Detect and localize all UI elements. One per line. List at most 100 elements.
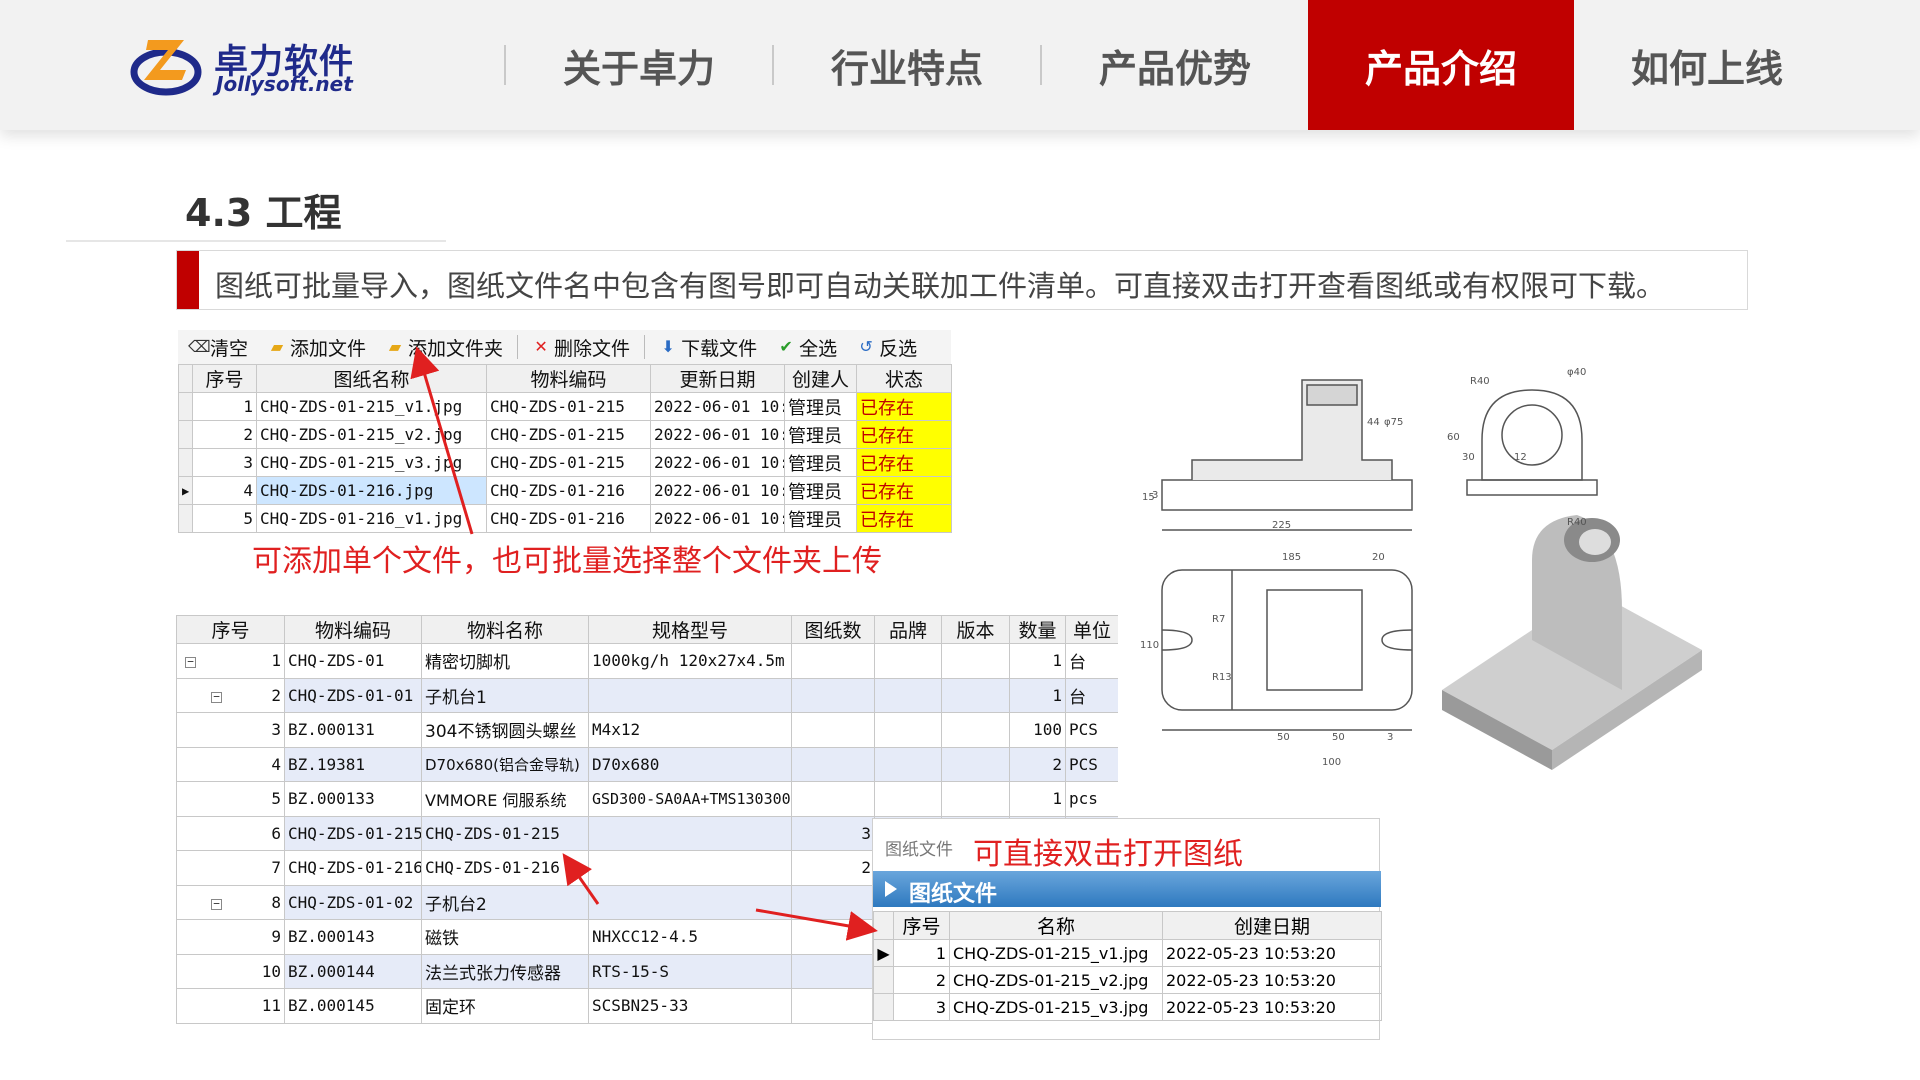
table-row[interactable]: −2 CHQ-ZDS-01-01 子机台1 1 台 [176,677,1118,713]
dim-label: 100 [1322,757,1341,768]
status-badge: 已存在 [856,504,952,533]
table-row[interactable]: 1 CHQ-ZDS-01-215_v1.jpg CHQ-ZDS-01-215 2… [178,392,952,421]
table-row[interactable]: 4 BZ.19381 D70x680(铝合金导轨) D70x680 2 PCS [176,746,1118,782]
col-material-code[interactable]: 物料编码 [284,615,422,644]
popup-caption: 图纸文件 [885,840,953,860]
nav-about[interactable]: 关于卓力 [506,0,772,130]
dim-label: R13 [1212,672,1232,683]
row-pointer-icon: ▶ [178,476,193,505]
col-quantity[interactable]: 数量 [1009,615,1066,644]
col-unit[interactable]: 单位 [1065,615,1118,644]
upload-annotation: 可添加单个文件，也可批量选择整个文件夹上传 [252,544,882,579]
folder-icon: ▰ [388,337,402,356]
description-accent [177,251,199,309]
dim-label: 185 [1282,552,1301,563]
invert-selection-button[interactable]: ↺ 反选 [847,332,927,362]
collapse-icon[interactable]: − [211,898,222,910]
file-table-header: 序号 图纸名称 物料编码 更新日期 创建人 状态 [178,364,952,393]
add-folder-button[interactable]: ▰ 添加文件夹 [376,332,513,362]
col-material-name[interactable]: 物料名称 [421,615,589,644]
dim-label: φ75 [1384,417,1403,428]
col-version[interactable]: 版本 [941,615,1010,644]
dim-label: 60 [1447,432,1460,443]
status-badge: 已存在 [856,448,952,477]
section-title: 4.3 工程 [185,191,342,235]
bom-table-header: 序号 物料编码 物料名称 规格型号 图纸数 品牌 版本 数量 单位 [176,615,1118,644]
delete-icon: ✕ [534,337,548,356]
dim-label: 3 [1387,732,1393,743]
dim-label: 50 [1332,732,1345,743]
check-icon: ✔ [779,337,793,356]
file-table: 序号 图纸名称 物料编码 更新日期 创建人 状态 1 CHQ-ZDS-01-21… [178,364,952,533]
logo-en-text: Jollysoft.net [216,72,353,96]
delete-file-button[interactable]: ✕ 删除文件 [522,332,640,362]
nav-products[interactable]: 产品介绍 [1308,0,1574,130]
col-updated[interactable]: 更新日期 [650,364,785,393]
double-click-annotation: 可直接双击打开图纸 [973,837,1243,872]
collapse-icon[interactable]: − [211,691,222,703]
title-underline [66,240,446,242]
site-header: 卓力软件 Jollysoft.net 关于卓力 行业特点 产品优势 产品介绍 如… [0,0,1920,130]
collapse-icon[interactable]: − [185,656,196,668]
dim-label: φ40 [1567,367,1586,378]
logo-mark-icon [130,40,202,96]
col-name[interactable]: 名称 [949,911,1163,940]
status-badge: 已存在 [856,392,952,421]
description-text: 图纸可批量导入，图纸文件名中包含有图号即可自动关联加工件清单。可直接双击打开查看… [215,269,1666,303]
nav-advantages[interactable]: 产品优势 [1042,0,1308,130]
engineering-drawing: R40 φ40 44 φ75 30 60 12 15 225 R40 185 2… [1122,330,1722,810]
logo[interactable]: 卓力软件 Jollysoft.net [130,32,360,98]
description-box: 图纸可批量导入，图纸文件名中包含有图号即可自动关联加工件清单。可直接双击打开查看… [176,250,1748,310]
page: 卓力软件 Jollysoft.net 关于卓力 行业特点 产品优势 产品介绍 如… [0,0,1920,1080]
clear-icon: ⌫ [188,337,211,356]
dim-label: 12 [1514,452,1527,463]
add-file-button[interactable]: ▰ 添加文件 [258,332,376,362]
col-spec[interactable]: 规格型号 [588,615,792,644]
nav-onboarding[interactable]: 如何上线 [1574,0,1840,130]
col-index[interactable]: 序号 [176,615,285,644]
table-row-selected[interactable]: ▶ 4 CHQ-ZDS-01-216.jpg CHQ-ZDS-01-216 20… [178,476,952,505]
dim-label: R40 [1470,376,1490,387]
download-file-button[interactable]: ⬇ 下载文件 [649,332,767,362]
table-row-selected[interactable]: ▶ 1 CHQ-ZDS-01-215_v1.jpg 2022-05-23 10:… [873,939,1382,967]
col-drawing-count[interactable]: 图纸数 [791,615,875,644]
table-row[interactable]: 5 BZ.000133 VMMORE 伺服系统 GSD300-SA0AA+TMS… [176,781,1118,817]
clear-button[interactable]: ⌫ 清空 [178,332,258,362]
table-row[interactable]: 3 CHQ-ZDS-01-215_v3.jpg 2022-05-23 10:53… [873,993,1382,1021]
download-icon: ⬇ [661,337,675,356]
table-row[interactable]: 5 CHQ-ZDS-01-216_v1.jpg CHQ-ZDS-01-216 2… [178,504,952,533]
row-pointer-icon: ▶ [873,939,894,967]
table-row[interactable]: 3 BZ.000131 304不锈钢圆头螺丝 M4x12 100 PCS [176,712,1118,748]
col-material-code[interactable]: 物料编码 [486,364,651,393]
expand-triangle-icon [885,881,897,897]
dim-label: 50 [1277,732,1290,743]
select-all-button[interactable]: ✔ 全选 [767,332,847,362]
table-row[interactable]: 3 CHQ-ZDS-01-215_v3.jpg CHQ-ZDS-01-215 2… [178,448,952,477]
drawing-3d-model [1442,515,1702,770]
dim-label: R7 [1212,614,1225,625]
nav-industry[interactable]: 行业特点 [774,0,1040,130]
drawing-files-popup: 图纸文件 可直接双击打开图纸 图纸文件 序号 名称 创建日期 ▶ 1 CHQ-Z… [872,818,1382,1040]
col-created[interactable]: 创建日期 [1162,911,1382,940]
col-drawing-name[interactable]: 图纸名称 [256,364,487,393]
popup-header[interactable]: 图纸文件 [873,871,1381,907]
col-status[interactable]: 状态 [856,364,952,393]
file-grid: ⌫ 清空 ▰ 添加文件 ▰ 添加文件夹 ✕ 删除文件 ⬇ 下载文件 ✔ 全选 ↺ 反选 序号 … [178,330,953,542]
table-row[interactable]: 2 CHQ-ZDS-01-215_v2.jpg CHQ-ZDS-01-215 2… [178,420,952,449]
popup-file-table: 序号 名称 创建日期 ▶ 1 CHQ-ZDS-01-215_v1.jpg 202… [873,911,1382,1021]
dim-label: 3 [1152,490,1158,501]
table-row[interactable]: 2 CHQ-ZDS-01-215_v2.jpg 2022-05-23 10:53… [873,966,1382,994]
dim-label: R40 [1567,517,1587,528]
main-nav: 关于卓力 行业特点 产品优势 产品介绍 如何上线 [504,0,1840,130]
invert-icon: ↺ [859,337,873,356]
status-badge: 已存在 [856,420,952,449]
col-index[interactable]: 序号 [192,364,257,393]
col-brand[interactable]: 品牌 [874,615,942,644]
col-creator[interactable]: 创建人 [784,364,857,393]
file-toolbar: ⌫ 清空 ▰ 添加文件 ▰ 添加文件夹 ✕ 删除文件 ⬇ 下载文件 ✔ 全选 ↺ 反选 [178,330,951,364]
table-row[interactable]: −1 CHQ-ZDS-01 精密切脚机 1000kg/h 120x27x4.5m… [176,643,1118,679]
status-badge: 已存在 [856,476,952,505]
drawing-base-line [1161,479,1413,511]
col-index[interactable]: 序号 [893,911,950,940]
dim-label: 110 [1140,640,1159,651]
